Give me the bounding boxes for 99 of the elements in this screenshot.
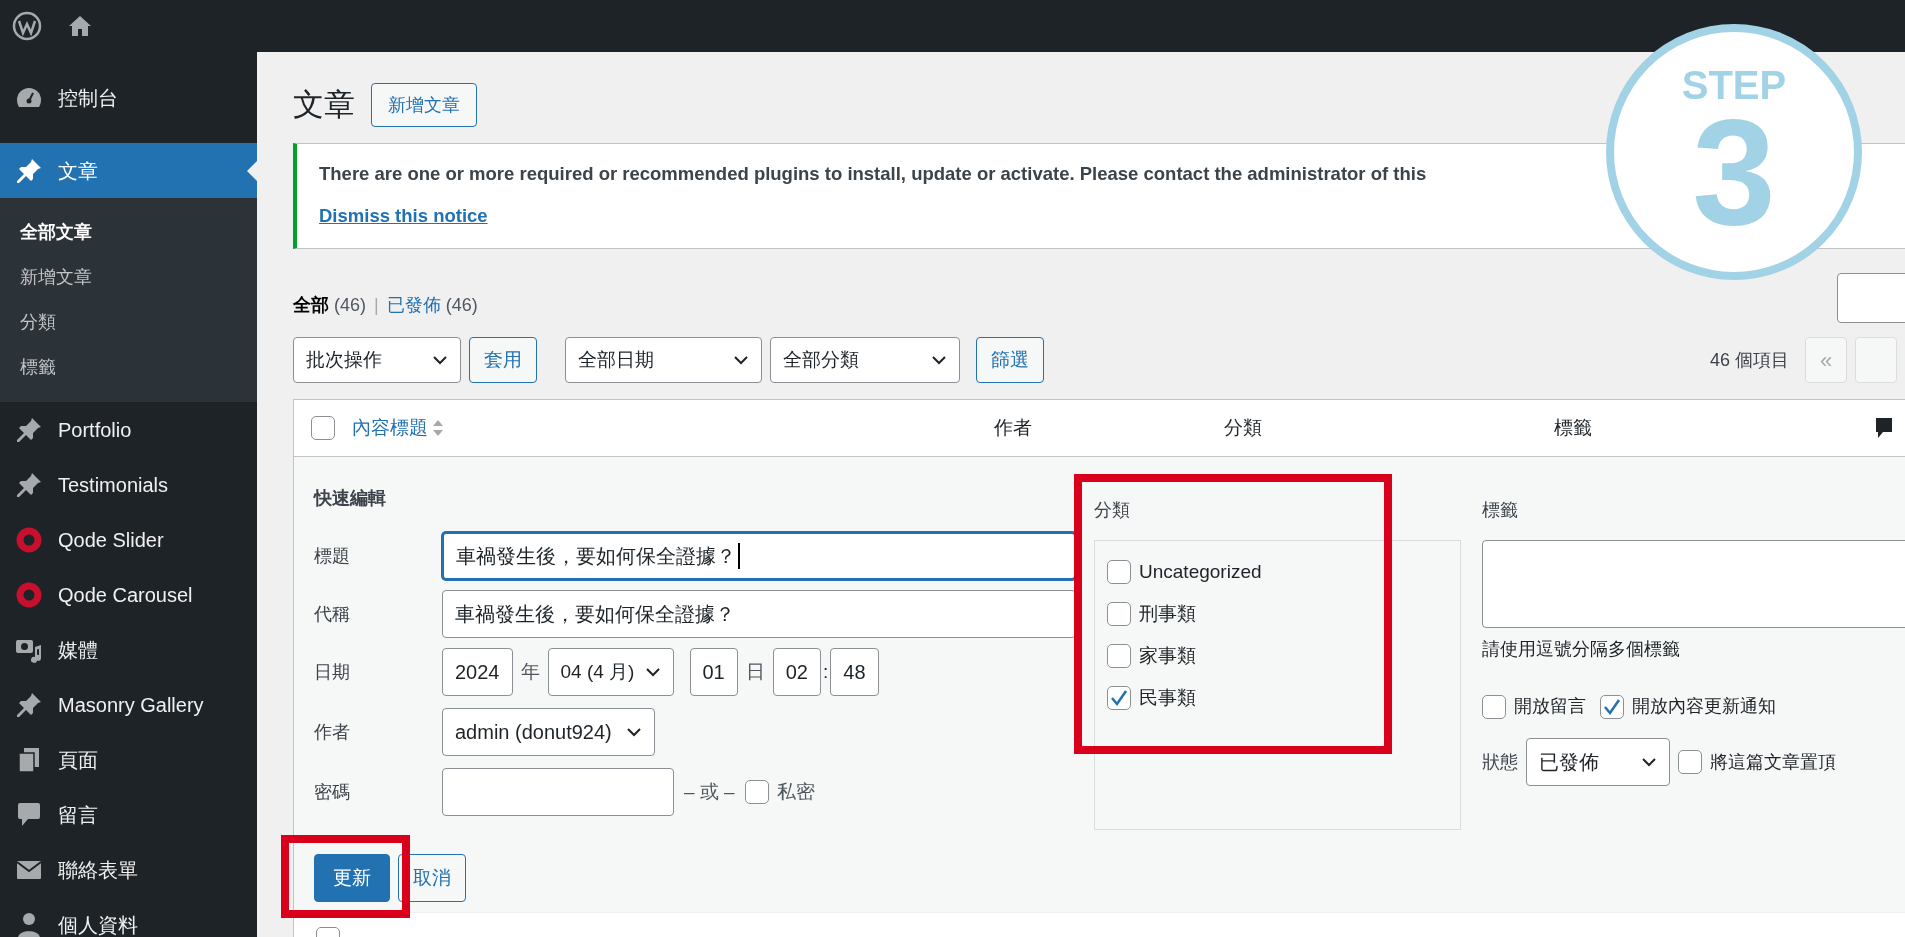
section-heading: 標籤: [1482, 499, 1519, 522]
submenu-item[interactable]: 新增文章: [0, 255, 257, 300]
quick-edit-heading: 快速編輯: [314, 487, 387, 510]
checkbox[interactable]: [1107, 602, 1131, 626]
category-label: 家事類: [1139, 643, 1196, 668]
checkbox-label: 私密: [776, 779, 815, 804]
category-label: 刑事類: [1139, 601, 1196, 626]
sidebar-menu-item[interactable]: 控制台: [0, 70, 257, 125]
checkbox[interactable]: [1482, 694, 1506, 719]
field-label: 日期: [314, 660, 351, 684]
time-separator: :: [823, 659, 829, 684]
page-title: 文章: [293, 86, 355, 124]
add-new-button[interactable]: 新增文章: [371, 83, 477, 127]
column-header: 作者: [994, 415, 1033, 440]
chevron-icon: [625, 727, 642, 737]
status-select[interactable]: 已發佈: [1526, 738, 1670, 786]
view-filter-link[interactable]: 全部 (46): [293, 292, 367, 319]
item-count: 46 個項目: [1709, 348, 1789, 372]
submenu-item[interactable]: 標籤: [0, 345, 257, 390]
column-header: 標籤: [1554, 415, 1593, 440]
checkbox[interactable]: [744, 780, 769, 804]
section-heading: 分類: [1094, 499, 1131, 522]
step-label: STEP: [1681, 64, 1787, 105]
checkbox[interactable]: [1107, 686, 1131, 710]
checkbox-label: 開放內容更新通知: [1632, 695, 1776, 718]
submenu-item[interactable]: 分類: [0, 300, 257, 345]
hour-input[interactable]: 02: [772, 648, 821, 696]
separator-text: |: [374, 294, 379, 317]
field-label: 作者: [314, 720, 351, 744]
slug-input[interactable]: 車禍發生後，要如何保全證據？: [442, 590, 1076, 638]
sort-icon: [432, 418, 444, 438]
ring-icon: [16, 581, 42, 608]
gauge-icon: [16, 86, 42, 109]
or-text: – 或 –: [684, 779, 735, 804]
envelope-icon: [16, 859, 42, 880]
logo-icon[interactable]: [12, 11, 42, 41]
minute-input[interactable]: 48: [830, 648, 879, 696]
pin-icon: [16, 471, 42, 498]
pin-icon: [16, 416, 42, 443]
chevron-icon: [1641, 757, 1657, 767]
apply-button[interactable]: 套用: [469, 337, 537, 383]
sidebar-menu-item[interactable]: Qode Slider: [0, 512, 257, 567]
pages-icon: [17, 746, 41, 773]
speech-bubble-icon: [17, 801, 41, 828]
checkbox-label: 將這篇文章置頂: [1710, 750, 1836, 774]
category-label: 民事類: [1139, 685, 1196, 710]
chevron-icon: [931, 355, 947, 365]
chevron-icon: [733, 355, 749, 365]
sidebar-menu-item[interactable]: Testimonials: [0, 457, 257, 512]
filter-button[interactable]: 篩選: [976, 337, 1044, 383]
submenu-item[interactable]: 全部文章: [0, 210, 257, 255]
sidebar-menu-item[interactable]: 頁面: [0, 732, 257, 787]
home-icon[interactable]: [68, 14, 92, 38]
checkbox[interactable]: [1600, 694, 1624, 719]
checkbox[interactable]: [1107, 560, 1131, 584]
checkbox-label: 開放留言: [1514, 695, 1586, 718]
sidebar-menu-item[interactable]: 留言: [0, 787, 257, 842]
update-button[interactable]: 更新: [314, 854, 390, 902]
sidebar-menu-item[interactable]: 媒體: [0, 622, 257, 677]
pin-icon: [16, 157, 42, 184]
hint-text: 請使用逗號分隔多個標籤: [1482, 638, 1681, 661]
sidebar-menu-item[interactable]: Portfolio: [0, 402, 257, 457]
title-input[interactable]: 車禍發生後，要如何保全證據？: [442, 532, 1076, 580]
column-header-link[interactable]: 內容標題: [352, 413, 428, 443]
chevron-icon: [644, 667, 661, 677]
field-label: 標題: [314, 544, 351, 568]
category-label: Uncategorized: [1139, 559, 1262, 584]
sidebar-menu-item[interactable]: Qode Carousel: [0, 567, 257, 622]
dismiss-link[interactable]: Dismiss this notice: [319, 201, 488, 230]
sidebar-menu-item[interactable]: 聯絡表單: [0, 842, 257, 897]
day-input[interactable]: 01: [689, 648, 738, 696]
step-number: 3: [1692, 104, 1776, 240]
field-label: 密碼: [314, 780, 351, 804]
unit-text: 年: [520, 659, 540, 684]
year-input[interactable]: 2024: [442, 648, 513, 696]
category-select[interactable]: 全部分類: [770, 337, 960, 383]
sidebar-menu-item[interactable]: 文章: [0, 143, 257, 198]
bulk-action-select[interactable]: 批次操作: [293, 337, 461, 383]
ring-icon: [16, 526, 42, 553]
field-label: 狀態: [1482, 750, 1518, 774]
chevron-icon: [432, 355, 448, 365]
checkbox[interactable]: [311, 416, 335, 440]
checkbox[interactable]: [1678, 750, 1702, 774]
notice-text: There are one or more required or recommended plugins to install, update or activate. Please contact the administrator of this: [319, 162, 1428, 186]
pin-icon: [16, 691, 42, 718]
user-icon: [17, 911, 41, 937]
author-select[interactable]: admin (donut924): [442, 708, 655, 756]
unit-text: 日: [745, 659, 765, 684]
checkbox[interactable]: [1107, 644, 1131, 668]
sidebar-menu-item[interactable]: 個人資料: [0, 897, 257, 937]
tags-textarea[interactable]: [1482, 540, 1905, 628]
field-label: 代稱: [314, 602, 351, 626]
date-select[interactable]: 全部日期: [565, 337, 762, 383]
view-filter-link[interactable]: 已發佈 (46): [386, 292, 478, 319]
password-input[interactable]: [442, 768, 674, 816]
menu-pointer: [247, 161, 257, 181]
month-select[interactable]: 04 (4 月): [547, 648, 674, 696]
column-header: 分類: [1224, 415, 1263, 440]
sidebar-menu-item[interactable]: Masonry Gallery: [0, 677, 257, 732]
